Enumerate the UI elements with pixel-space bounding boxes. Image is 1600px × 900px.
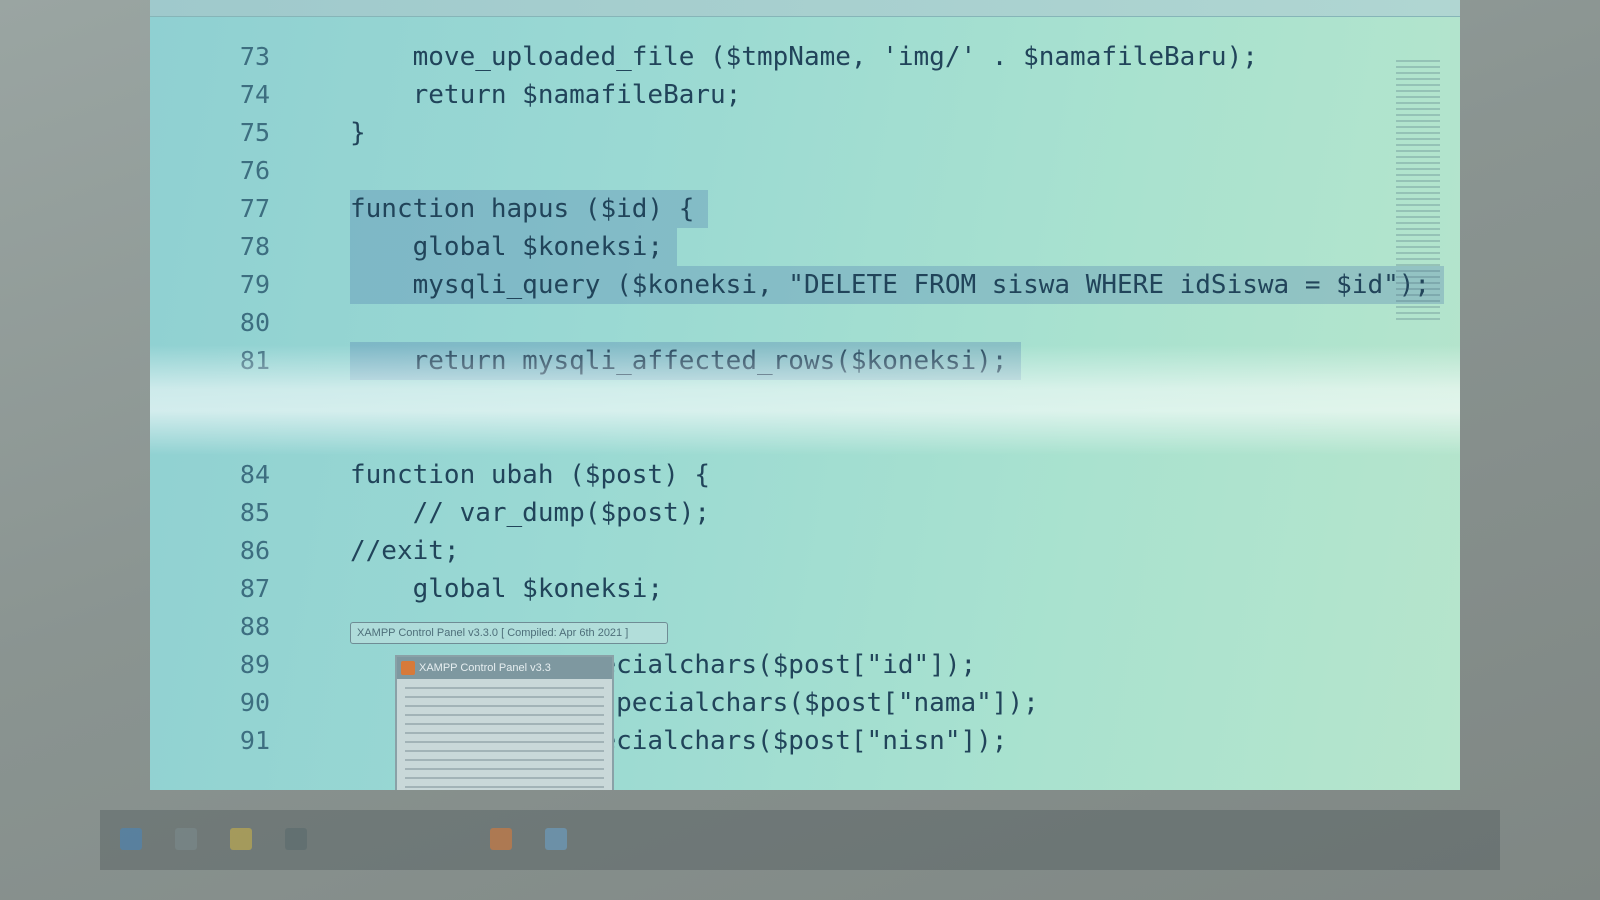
line-number: 88 [239,612,270,641]
code-line[interactable]: 91 ecialchars($post["nisn"]); [150,722,1460,760]
line-number: 77 [239,194,270,223]
line-number: 91 [239,726,270,755]
line-number: 85 [239,498,270,527]
windows-start-icon[interactable] [120,828,142,850]
code-editor[interactable]: 73 move_uploaded_file ($tmpName, 'img/' … [150,38,1460,760]
line-number: 86 [239,536,270,565]
line-number: 84 [239,460,270,489]
line-number: 74 [239,80,270,109]
code-line[interactable]: 89 ecialchars($post["id"]); [150,646,1460,684]
line-number: 89 [239,650,270,679]
code-line[interactable]: 76 [150,152,1460,190]
code-line[interactable]: 84 function ubah ($post) { [150,456,1460,494]
line-code: return mysqli_affected_rows($koneksi); [350,342,1022,380]
code-line[interactable]: 74 return $namafileBaru; [150,76,1460,114]
line-code: return $namafileBaru; [350,80,742,110]
terminal-icon[interactable] [285,828,307,850]
line-code: global $koneksi; [350,228,678,266]
search-icon[interactable] [175,828,197,850]
xampp-tooltip: XAMPP Control Panel v3.3.0 [ Compiled: A… [350,622,668,644]
code-line[interactable]: 87 global $koneksi; [150,570,1460,608]
preview-thumbnail [405,687,604,790]
line-number: 81 [239,346,270,375]
line-number: 90 [239,688,270,717]
file-explorer-icon[interactable] [230,828,252,850]
code-line[interactable]: 86 //exit; [150,532,1460,570]
minimap[interactable] [1396,60,1440,320]
line-code: global $koneksi; [350,574,664,604]
line-number: 75 [239,118,270,147]
code-line[interactable]: 77 function hapus ($id) { [150,190,1460,228]
code-line[interactable]: 88 [150,608,1460,646]
code-line[interactable] [150,380,1460,418]
line-code: //exit; [350,536,460,566]
code-line[interactable]: 85 // var_dump($post); [150,494,1460,532]
line-number: 73 [239,42,270,71]
code-line[interactable]: 75} [150,114,1460,152]
xampp-icon [401,661,415,675]
line-code: // var_dump($post); [350,498,711,528]
line-number: 78 [239,232,270,261]
line-number: 76 [239,156,270,185]
code-line[interactable]: 78 global $koneksi; [150,228,1460,266]
taskbar-window-preview[interactable]: XAMPP Control Panel v3.3 [395,655,614,790]
code-line[interactable]: 73 move_uploaded_file ($tmpName, 'img/' … [150,38,1460,76]
code-line[interactable]: 81 return mysqli_affected_rows($koneksi)… [150,342,1460,380]
code-line[interactable]: 80 [150,304,1460,342]
code-line[interactable]: 90 specialchars($post["nama"]); [150,684,1460,722]
line-code: mysqli_query ($koneksi, "DELETE FROM sis… [350,266,1445,304]
projected-screen: 73 move_uploaded_file ($tmpName, 'img/' … [150,0,1460,790]
code-line[interactable]: 79 mysqli_query ($koneksi, "DELETE FROM … [150,266,1460,304]
line-code: function hapus ($id) { [350,190,709,228]
xampp-icon[interactable] [490,828,512,850]
editor-titlebar [150,0,1460,17]
line-number: 87 [239,574,270,603]
line-number: 80 [239,308,270,337]
line-number: 79 [239,270,270,299]
preview-titlebar: XAMPP Control Panel v3.3 [397,657,612,679]
browser-icon[interactable] [545,828,567,850]
taskbar [100,810,1500,870]
line-code: } [350,118,366,148]
line-code: function ubah ($post) { [350,460,711,490]
code-line[interactable] [150,418,1460,456]
line-code: move_uploaded_file ($tmpName, 'img/' . $… [350,42,1258,72]
preview-title: XAMPP Control Panel v3.3 [419,662,551,674]
